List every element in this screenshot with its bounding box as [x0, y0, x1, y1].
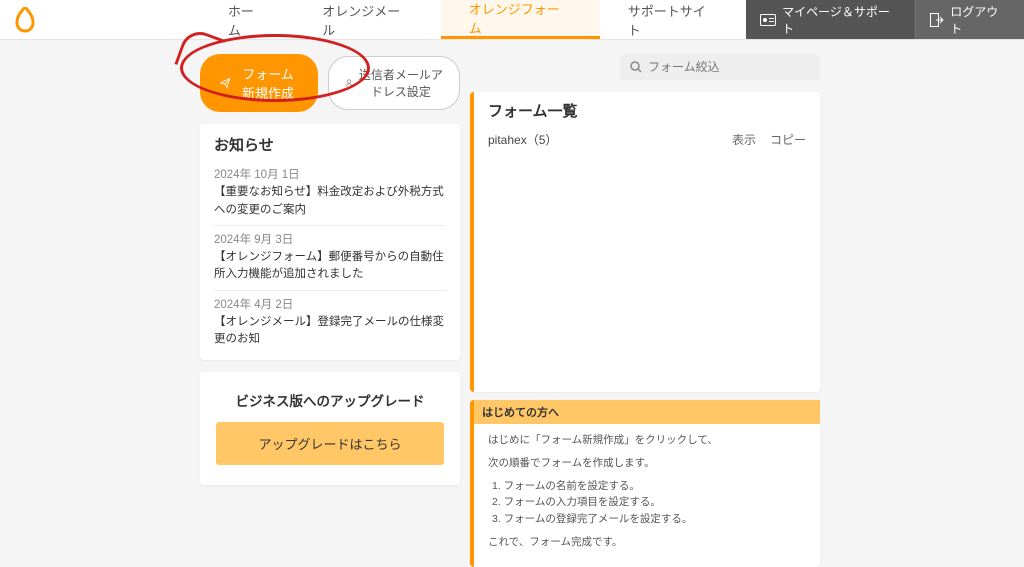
nav-tabs: ホーム オレンジメール オレンジフォーム サポートサイト — [200, 0, 746, 39]
tab-support[interactable]: サポートサイト — [600, 0, 746, 39]
sender-settings-label: 送信者メールアドレス設定 — [359, 66, 443, 100]
left-column: フォーム新規作成 送信者メールアドレス設定 お知らせ 2024年 10月 1日 … — [200, 54, 460, 485]
form-row-view[interactable]: 表示 — [732, 131, 756, 148]
help-card: はじめての方へ はじめに「フォーム新規作成」をクリックして、 次の順番でフォーム… — [470, 400, 820, 567]
news-item[interactable]: 2024年 4月 2日 【オレンジメール】登録完了メールの仕様変更のお知 — [214, 291, 446, 355]
news-title: お知らせ — [214, 134, 446, 155]
form-row-copy[interactable]: コピー — [770, 131, 806, 148]
news-date: 2024年 9月 3日 — [214, 232, 446, 249]
paper-plane-icon — [220, 74, 230, 92]
help-steps: 1. フォームの名前を設定する。 2. フォームの入力項目を設定する。 3. フ… — [488, 478, 806, 528]
help-titlebar: はじめての方へ — [474, 400, 820, 424]
topbar-right: マイページ＆サポート ログアウト — [746, 0, 1024, 39]
news-card: お知らせ 2024年 10月 1日 【重要なお知らせ】料金改定および外税方式への… — [200, 124, 460, 360]
logout-button[interactable]: ログアウト — [915, 0, 1024, 39]
logout-label: ログアウト — [950, 3, 1010, 37]
help-step: 1. フォームの名前を設定する。 — [492, 478, 806, 495]
news-body: 【オレンジメール】登録完了メールの仕様変更のお知 — [214, 314, 446, 349]
form-row-name[interactable]: pitahex（5） — [488, 131, 718, 148]
card-icon — [760, 14, 776, 26]
logout-icon — [930, 13, 944, 27]
news-item[interactable]: 2024年 10月 1日 【重要なお知らせ】料金改定および外税方式への変更のご案… — [214, 161, 446, 226]
tab-orange-mail[interactable]: オレンジメール — [294, 0, 440, 39]
form-row: pitahex（5） 表示 コピー — [488, 131, 806, 148]
search-icon — [630, 61, 642, 73]
tab-orange-form[interactable]: オレンジフォーム — [441, 0, 600, 39]
news-body: 【重要なお知らせ】料金改定および外税方式への変更のご案内 — [214, 184, 446, 219]
news-date: 2024年 10月 1日 — [214, 167, 446, 184]
help-intro-1: はじめに「フォーム新規作成」をクリックして、 — [488, 432, 806, 449]
mypage-label: マイページ＆サポート — [782, 3, 901, 37]
flame-icon — [14, 7, 36, 33]
help-step: 2. フォームの入力項目を設定する。 — [492, 494, 806, 511]
help-body: はじめに「フォーム新規作成」をクリックして、 次の順番でフォームを作成します。 … — [488, 432, 806, 551]
logo — [0, 0, 50, 39]
news-date: 2024年 4月 2日 — [214, 297, 446, 314]
upgrade-card: ビジネス版へのアップグレード アップグレードはこちら — [200, 372, 460, 485]
sender-settings-button[interactable]: 送信者メールアドレス設定 — [328, 56, 460, 110]
upgrade-button[interactable]: アップグレードはこちら — [216, 422, 444, 465]
search-row — [470, 54, 820, 80]
topbar: ホーム オレンジメール オレンジフォーム サポートサイト マイページ＆サポート … — [0, 0, 1024, 40]
person-icon — [345, 76, 353, 90]
search-input[interactable] — [648, 60, 810, 74]
forms-list-card: フォーム一覧 pitahex（5） 表示 コピー — [470, 92, 820, 392]
new-form-button[interactable]: フォーム新規作成 — [200, 54, 318, 112]
forms-list-title: フォーム一覧 — [488, 100, 806, 121]
content: フォーム新規作成 送信者メールアドレス設定 お知らせ 2024年 10月 1日 … — [0, 40, 1024, 567]
news-body: 【オレンジフォーム】郵便番号からの自動住所入力機能が追加されました — [214, 249, 446, 284]
help-outro: これで、フォーム完成です。 — [488, 534, 806, 551]
action-button-row: フォーム新規作成 送信者メールアドレス設定 — [200, 54, 460, 112]
help-intro-2: 次の順番でフォームを作成します。 — [488, 455, 806, 472]
search-box[interactable] — [620, 54, 820, 80]
new-form-label: フォーム新規作成 — [238, 64, 297, 102]
help-step: 3. フォームの登録完了メールを設定する。 — [492, 511, 806, 528]
right-column: フォーム一覧 pitahex（5） 表示 コピー はじめての方へ はじめに「フォ… — [470, 54, 820, 567]
tab-home[interactable]: ホーム — [200, 0, 294, 39]
mypage-button[interactable]: マイページ＆サポート — [746, 0, 915, 39]
upgrade-heading: ビジネス版へのアップグレード — [216, 390, 444, 410]
news-item[interactable]: 2024年 9月 3日 【オレンジフォーム】郵便番号からの自動住所入力機能が追加… — [214, 226, 446, 291]
